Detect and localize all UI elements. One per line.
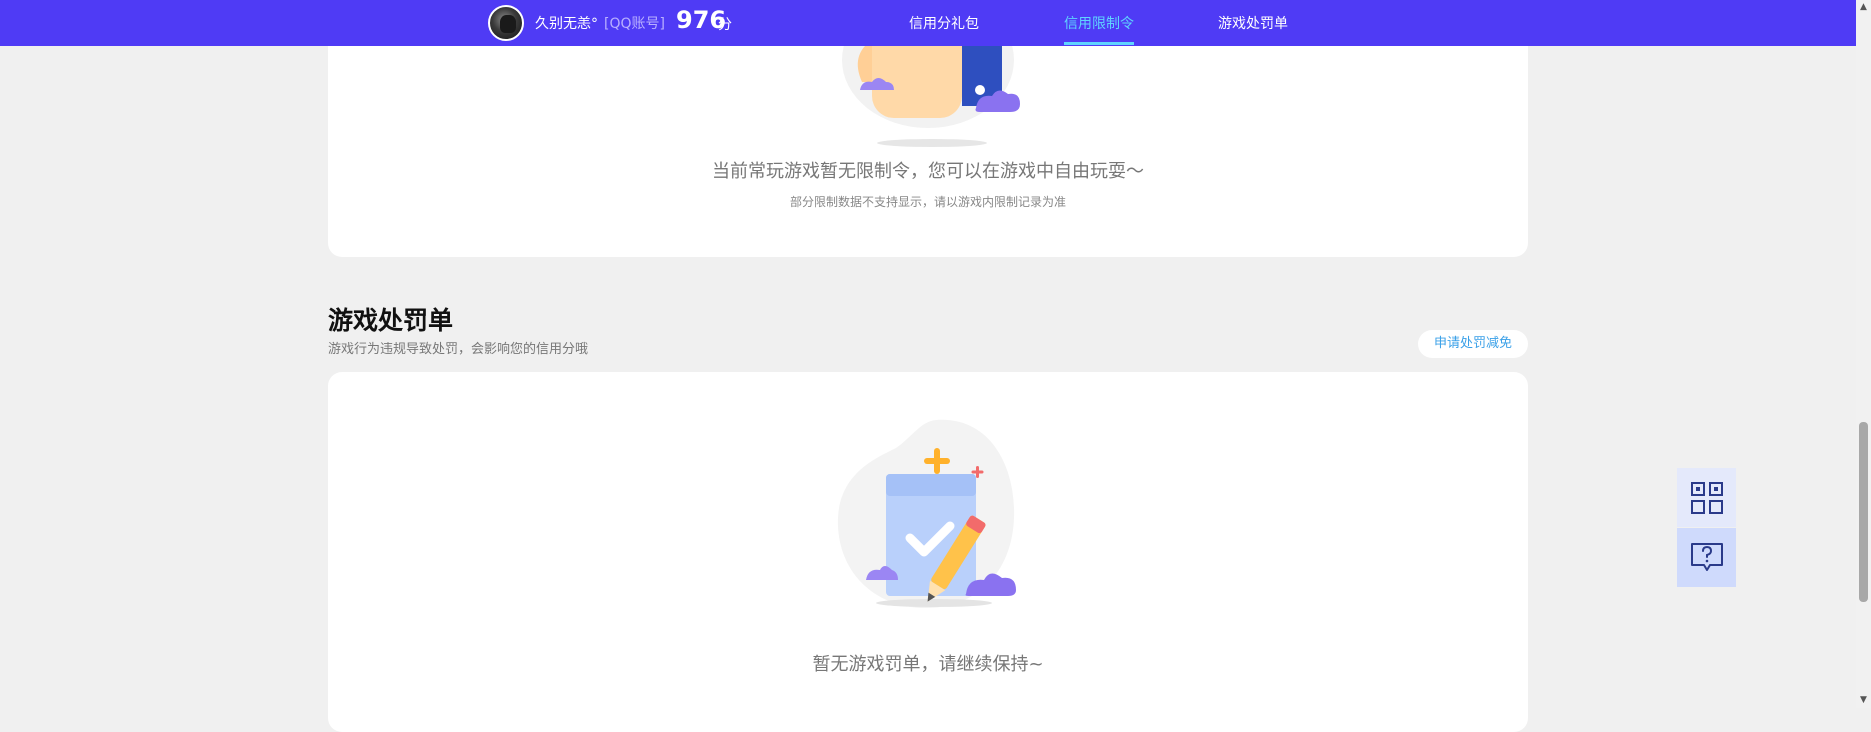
nav-tab-credit-gift[interactable]: 信用分礼包 [909, 13, 979, 33]
qr-code-icon [1690, 481, 1723, 514]
help-button[interactable] [1677, 528, 1736, 587]
active-tab-indicator [1064, 42, 1134, 45]
qr-code-button[interactable] [1677, 468, 1736, 527]
username: 久别无恙° [535, 16, 598, 32]
restriction-card: 当前常玩游戏暂无限制令，您可以在游戏中自由玩耍～ 部分限制数据不支持显示，请以游… [328, 0, 1528, 257]
restriction-data-note: 部分限制数据不支持显示，请以游戏内限制记录为准 [789, 195, 1066, 209]
penalty-card: 暂无游戏罚单，请继续保持~ [328, 372, 1528, 732]
top-nav-bar: 久别无恙° [QQ账号] 976 分 信用分礼包 信用限制令 游戏处罚单 [0, 0, 1856, 46]
account-type-tag: [QQ账号] [604, 16, 665, 32]
scroll-down-arrow-icon[interactable]: ▼ [1856, 693, 1871, 708]
credit-score-unit: 分 [718, 17, 732, 33]
apply-penalty-reduction-button[interactable]: 申请处罚减免 [1418, 330, 1528, 358]
section-description-penalty: 游戏行为违规导致处罚，会影响您的信用分哦 [328, 342, 589, 357]
no-penalty-message: 暂无游戏罚单，请继续保持~ [812, 654, 1044, 675]
page-scrollbar[interactable]: ▲ ▼ [1856, 0, 1871, 708]
section-title-penalty: 游戏处罚单 [328, 306, 454, 335]
no-restriction-message: 当前常玩游戏暂无限制令，您可以在游戏中自由玩耍～ [712, 161, 1144, 182]
user-avatar[interactable] [488, 5, 524, 41]
nav-tab-credit-restriction[interactable]: 信用限制令 [1064, 13, 1134, 33]
scroll-up-arrow-icon[interactable]: ▲ [1856, 0, 1871, 15]
scrollbar-thumb[interactable] [1859, 422, 1868, 602]
no-penalty-illustration [837, 419, 1016, 608]
help-chat-icon [1690, 542, 1723, 571]
nav-tab-game-penalty[interactable]: 游戏处罚单 [1218, 13, 1288, 33]
